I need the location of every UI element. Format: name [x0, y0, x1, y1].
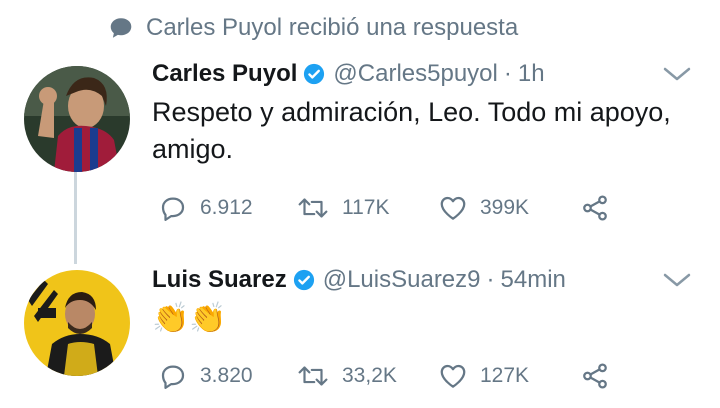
separator-dot: · [486, 266, 495, 293]
verified-badge-icon [303, 63, 325, 85]
handle[interactable]: @Carles5puyol [333, 60, 497, 88]
like-count: 127K [480, 364, 530, 387]
retweet-icon [298, 198, 328, 218]
reply-icon [161, 197, 185, 221]
reply-count: 6.912 [200, 196, 253, 219]
tweet-text: Respeto y admiración, Leo. Todo mi apoyo… [152, 97, 671, 164]
tweet-text: 👏👏 [152, 302, 227, 335]
display-name[interactable]: Carles Puyol [152, 60, 297, 88]
speech-bubble-icon [110, 18, 132, 38]
thread-line [74, 172, 77, 264]
retweet-button[interactable]: 33,2K [296, 356, 397, 396]
avatar-image [24, 66, 130, 172]
timestamp[interactable]: 54min [501, 266, 566, 294]
tweet-header: Luis Suarez @LuisSuarez9 · 54min [152, 262, 566, 298]
reply-icon [161, 365, 185, 389]
retweet-count: 33,2K [342, 364, 397, 387]
heart-icon [440, 196, 466, 220]
separator-dot: · [503, 60, 512, 87]
action-bar: 3.820 33,2K 127K [152, 356, 632, 396]
like-button[interactable]: 127K [438, 356, 529, 396]
reply-count: 3.820 [200, 364, 253, 387]
retweet-button[interactable]: 117K [296, 188, 390, 228]
retweet-count: 117K [342, 196, 390, 219]
reply-button[interactable]: 3.820 [158, 356, 253, 396]
tweet-header: Carles Puyol @Carles5puyol · 1h [152, 56, 545, 92]
avatar-image [24, 270, 130, 376]
share-button[interactable] [580, 356, 610, 396]
display-name[interactable]: Luis Suarez [152, 266, 287, 294]
like-button[interactable]: 399K [438, 188, 529, 228]
handle[interactable]: @LuisSuarez9 [323, 266, 481, 294]
like-count: 399K [480, 196, 530, 219]
chevron-down-icon[interactable] [662, 64, 692, 84]
reply-button[interactable]: 6.912 [158, 188, 253, 228]
action-bar: 6.912 117K 399K [152, 188, 632, 228]
avatar[interactable] [24, 66, 130, 172]
share-button[interactable] [580, 188, 610, 228]
avatar[interactable] [24, 270, 130, 376]
retweet-icon [298, 366, 328, 386]
context-text: Carles Puyol recibió una respuesta [146, 14, 519, 41]
share-icon [583, 363, 607, 389]
reply-context: Carles Puyol recibió una respuesta [108, 10, 518, 46]
heart-icon [440, 364, 466, 388]
timestamp[interactable]: 1h [518, 60, 545, 88]
verified-badge-icon [293, 269, 315, 291]
share-icon [583, 195, 607, 221]
chevron-down-icon[interactable] [662, 270, 692, 290]
